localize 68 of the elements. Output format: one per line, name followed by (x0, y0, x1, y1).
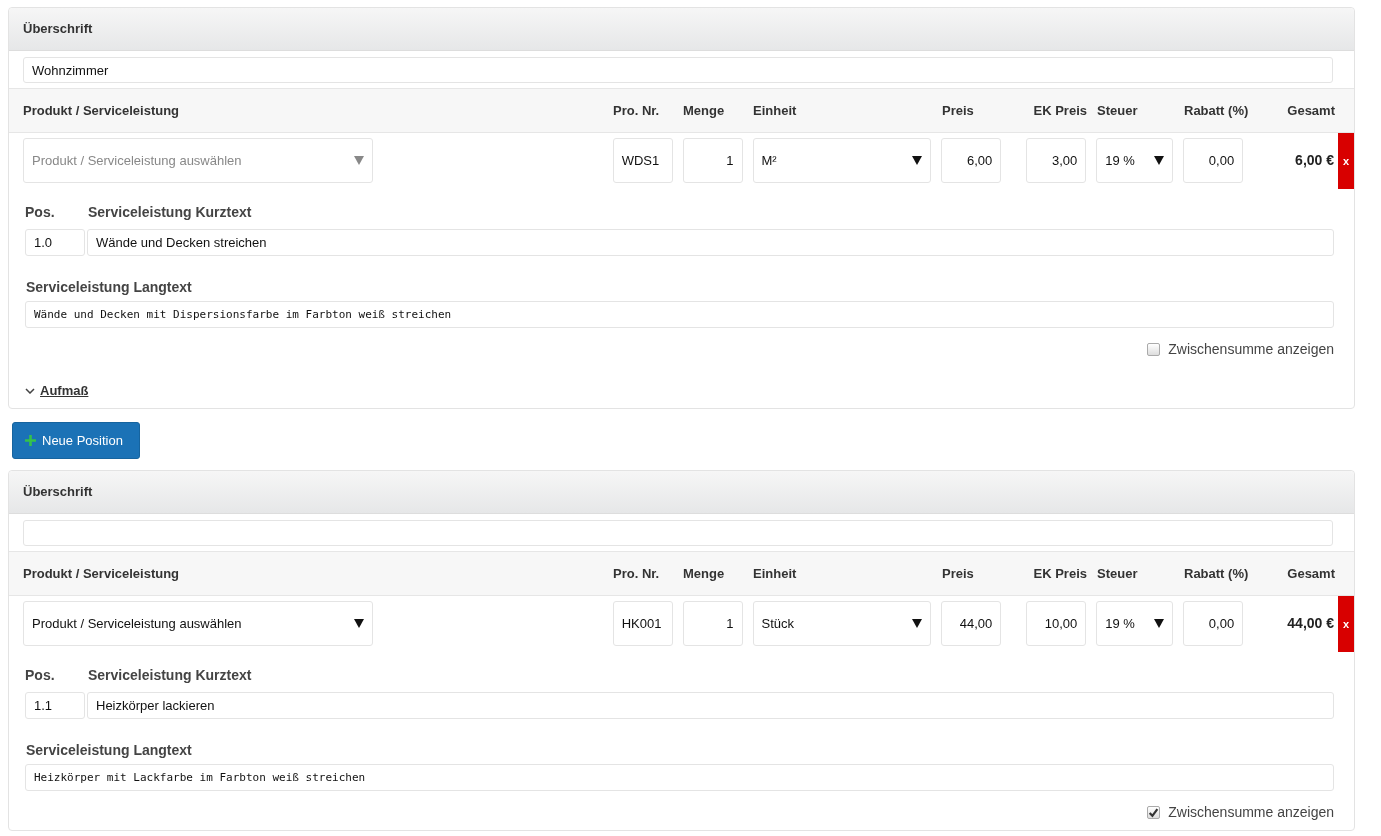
column-header: Menge (683, 566, 726, 581)
column-header: Rabatt (%) (1184, 103, 1250, 118)
checkbox-label: Zwischensumme anzeigen (1168, 804, 1334, 820)
field-label: Serviceleistung Langtext (26, 279, 193, 295)
delete-button[interactable]: x (1338, 133, 1354, 189)
discount-field[interactable]: 0,00 (1183, 601, 1244, 646)
plus-icon (25, 435, 36, 446)
column-header: Pro. Nr. (613, 103, 661, 118)
column-header: Einheit (753, 566, 798, 581)
column-header: Produkt / Serviceleistung (23, 103, 181, 118)
field-label: Pos. (25, 667, 56, 685)
position-field[interactable]: 1.1 (25, 692, 85, 719)
caret-icon (353, 619, 364, 628)
column-header: Steuer (1097, 103, 1139, 118)
tax-select[interactable]: 19 % (1096, 138, 1174, 183)
column-header: Gesamt (1286, 103, 1335, 118)
caret-icon (353, 156, 364, 165)
column-header: Steuer (1097, 566, 1139, 581)
column-header: Preis (942, 566, 975, 581)
position-field[interactable]: 1.0 (25, 229, 85, 256)
column-header: Einheit (753, 103, 798, 118)
long-text-field[interactable]: Heizkörper mit Lackfarbe im Farbton weiß streichen (25, 764, 1334, 791)
section-heading: Überschrift (9, 471, 1354, 514)
chevron-down-icon (25, 387, 35, 394)
field-label: Pos. (25, 204, 56, 222)
unit-select[interactable]: M² (752, 138, 932, 183)
column-header: Pro. Nr. (613, 566, 661, 581)
product-number-field[interactable]: HK001 (612, 601, 673, 646)
total-amount: 44,00 € (1286, 614, 1335, 633)
caret-icon (912, 619, 923, 628)
delete-button[interactable]: x (1338, 596, 1354, 652)
section-heading: Überschrift (9, 8, 1354, 51)
field-label: Serviceleistung Kurztext (88, 667, 252, 685)
unit-select[interactable]: Stück (752, 601, 932, 646)
heading-input-field[interactable] (23, 520, 1333, 546)
column-header: Gesamt (1286, 566, 1335, 581)
product-select[interactable]: Produkt / Serviceleistung auswählen (23, 138, 373, 183)
field-label: Serviceleistung Langtext (26, 742, 193, 758)
long-text-field[interactable]: Wände und Decken mit Dispersionsfarbe im Farbton weiß streichen (25, 301, 1334, 328)
total-amount: 6,00 € (1294, 151, 1335, 170)
column-header: EK Preis (1032, 103, 1087, 118)
caret-icon (1154, 619, 1165, 628)
new-position-button[interactable]: Neue Position (12, 422, 140, 459)
quantity-field[interactable]: 1 (682, 138, 743, 183)
short-text-field[interactable]: Wände und Decken streichen (87, 229, 1334, 256)
column-header: Rabatt (%) (1184, 566, 1250, 581)
checkbox[interactable] (1147, 805, 1161, 819)
column-header: Produkt / Serviceleistung (23, 566, 181, 581)
product-number-field[interactable]: WDS1 (612, 138, 673, 183)
short-text-field[interactable]: Heizkörper lackieren (87, 692, 1334, 719)
heading-input-field[interactable]: Wohnzimmer (23, 57, 1333, 83)
discount-field[interactable]: 0,00 (1183, 138, 1244, 183)
quantity-field[interactable]: 1 (682, 601, 743, 646)
tax-select[interactable]: 19 % (1096, 601, 1174, 646)
caret-icon (1154, 156, 1165, 165)
field-label: Serviceleistung Kurztext (88, 204, 252, 222)
product-select[interactable]: Produkt / Serviceleistung auswählen (23, 601, 373, 646)
column-header: EK Preis (1032, 566, 1087, 581)
caret-icon (912, 156, 923, 165)
price-field[interactable]: 44,00 (941, 601, 1002, 646)
checkbox[interactable] (1147, 342, 1161, 356)
column-header: Preis (942, 103, 975, 118)
price-field[interactable]: 6,00 (941, 138, 1002, 183)
column-header: Menge (683, 103, 726, 118)
purchase-price-field[interactable]: 10,00 (1026, 601, 1087, 646)
checkbox-label: Zwischensumme anzeigen (1168, 341, 1334, 357)
aufmass-link[interactable]: Aufmaß (40, 383, 89, 398)
purchase-price-field[interactable]: 3,00 (1026, 138, 1087, 183)
